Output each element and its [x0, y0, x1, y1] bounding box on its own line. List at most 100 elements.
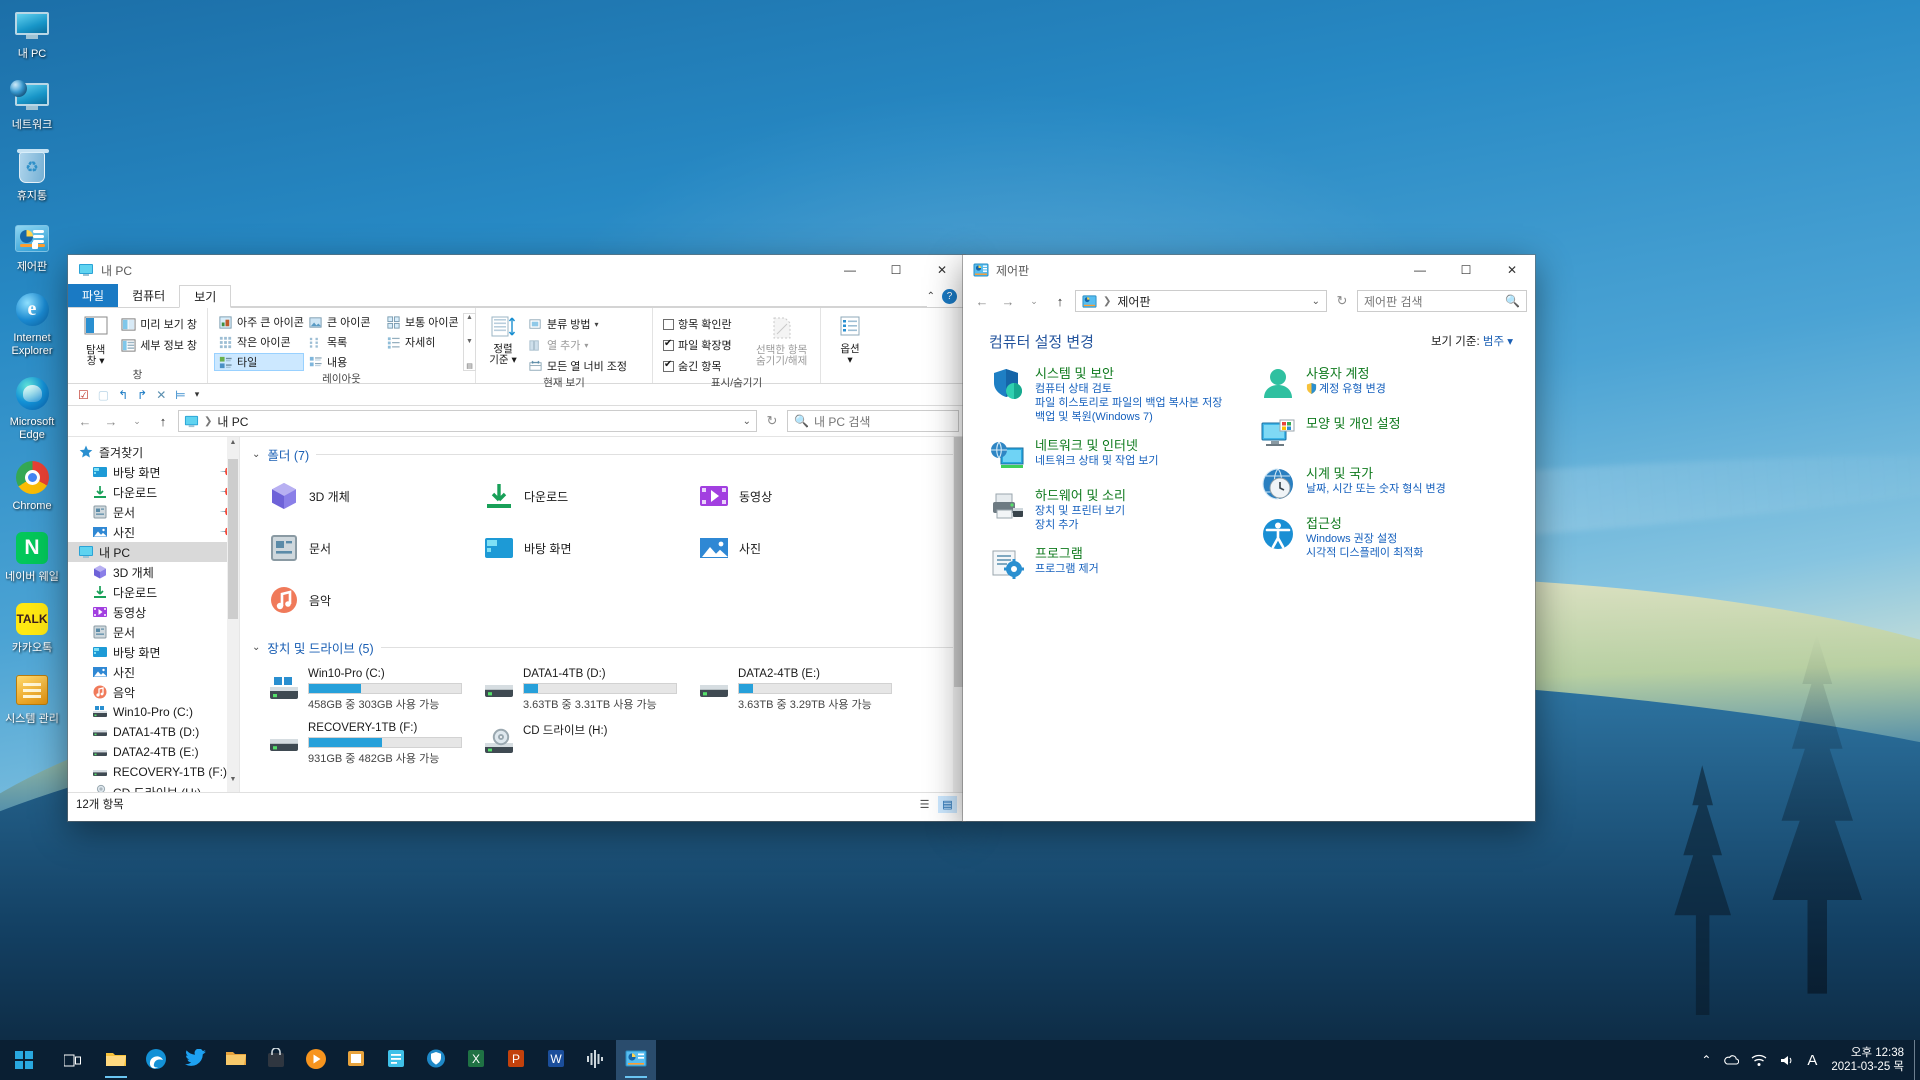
- desktop-icon-chrome[interactable]: Chrome: [0, 456, 64, 513]
- control-panel-category-title[interactable]: 하드웨어 및 소리: [1035, 488, 1126, 504]
- tab-file[interactable]: 파일: [68, 284, 119, 307]
- view-by-value[interactable]: 범주 ▾: [1483, 336, 1513, 348]
- cp-recent-locations-icon[interactable]: ⌄: [1023, 290, 1045, 312]
- explorer-content-pane[interactable]: ⌄ 폴더 (7) 3D 개체 다운로드 동영상 문서 바탕 화면 사진 음악 ⌄ 장치 및 …: [240, 437, 965, 792]
- desktop-icon-naver-whale[interactable]: N 네이버 웨일: [0, 527, 64, 584]
- taskbar-app-media-player[interactable]: [296, 1040, 336, 1080]
- show-desktop-button[interactable]: [1914, 1040, 1920, 1080]
- taskbar-app-file-explorer[interactable]: [96, 1040, 136, 1080]
- delete-icon[interactable]: ✕: [156, 388, 166, 402]
- taskbar-app-notepad[interactable]: [376, 1040, 416, 1080]
- control-panel-title-bar[interactable]: 제어판 — ☐ ✕: [963, 255, 1535, 285]
- control-panel-link[interactable]: 장치 추가: [1035, 518, 1126, 532]
- volume-icon[interactable]: [1773, 1054, 1801, 1067]
- size-all-columns-button[interactable]: 모든 열 너비 조정: [524, 357, 631, 375]
- explorer-title-bar[interactable]: 내 PC — ☐ ✕: [68, 255, 965, 285]
- sidebar-item[interactable]: 바탕 화면: [68, 642, 239, 662]
- explorer-navigation-bar[interactable]: ← → ⌄ ↑ ❯ 내 PC ⌄ ↻ 🔍 내 PC 검색: [68, 406, 965, 436]
- taskbar-app-vlc[interactable]: [336, 1040, 376, 1080]
- desktop-icon-control-panel[interactable]: 제어판: [0, 217, 64, 274]
- drive-tile[interactable]: RECOVERY-1TB (F:) 931GB 중 482GB 사용 가능: [264, 717, 479, 771]
- taskbar-app-store[interactable]: [256, 1040, 296, 1080]
- folder-tile[interactable]: 바탕 화면: [479, 522, 694, 574]
- rename-icon[interactable]: ⊨: [175, 388, 185, 402]
- sidebar-item[interactable]: DATA1-4TB (D:): [68, 722, 239, 742]
- scroll-down-icon[interactable]: ▼: [466, 338, 473, 345]
- onedrive-icon[interactable]: [1717, 1054, 1745, 1066]
- chevron-down-icon[interactable]: ▾: [584, 341, 588, 350]
- sidebar-item[interactable]: 문서📌: [68, 502, 239, 522]
- taskbar-app-word[interactable]: W: [536, 1040, 576, 1080]
- control-panel-maximize-button[interactable]: ☐: [1443, 255, 1489, 285]
- control-panel-category[interactable]: 네트워크 및 인터넷 네트워크 상태 및 작업 보기: [989, 438, 1244, 474]
- details-pane-button[interactable]: 세부 정보 창: [117, 336, 201, 354]
- navigation-pane-button[interactable]: 탐색 창 ▾: [74, 313, 117, 367]
- task-view-button[interactable]: [48, 1040, 96, 1080]
- control-panel-category-title[interactable]: 사용자 계정: [1306, 366, 1386, 382]
- sidebar-item[interactable]: 다운로드📌: [68, 482, 239, 502]
- recent-locations-icon[interactable]: ⌄: [126, 410, 148, 432]
- desktop-icon-network[interactable]: 네트워크: [0, 75, 64, 132]
- cp-back-button[interactable]: ←: [971, 290, 993, 312]
- explorer-maximize-button[interactable]: ☐: [873, 255, 919, 285]
- sidebar-item[interactable]: 사진: [68, 662, 239, 682]
- ime-indicator[interactable]: A: [1801, 1052, 1823, 1069]
- control-panel-link[interactable]: 네트워크 상태 및 작업 보기: [1035, 454, 1159, 468]
- chevron-down-icon[interactable]: ⌄: [252, 642, 260, 653]
- control-panel-link[interactable]: Windows 권장 설정: [1306, 532, 1423, 546]
- sidebar-item[interactable]: 바탕 화면📌: [68, 462, 239, 482]
- folder-tile[interactable]: 다운로드: [479, 470, 694, 522]
- explorer-ribbon-tabs[interactable]: 파일 컴퓨터 보기 ⌃ ?: [68, 284, 965, 308]
- taskbar-app-edge[interactable]: [136, 1040, 176, 1080]
- layout-list[interactable]: 목록: [304, 333, 382, 351]
- start-button[interactable]: [0, 1040, 48, 1080]
- options-button[interactable]: 옵션 ▾: [827, 313, 873, 366]
- control-panel-link[interactable]: 파일 히스토리로 파일의 백업 복사본 저장: [1035, 396, 1222, 410]
- sidebar-item[interactable]: 즐겨찾기: [68, 442, 239, 462]
- file-extensions-toggle[interactable]: 파일 확장명: [659, 336, 749, 354]
- explorer-minimize-button[interactable]: —: [827, 255, 873, 285]
- explorer-close-button[interactable]: ✕: [919, 255, 965, 285]
- taskbar-app-audio-editor[interactable]: [576, 1040, 616, 1080]
- folders-group-header[interactable]: ⌄ 폴더 (7): [240, 437, 965, 467]
- chevron-down-icon[interactable]: ▾: [595, 320, 599, 329]
- scrollbar-thumb[interactable]: [228, 459, 238, 619]
- control-panel-category[interactable]: 프로그램 프로그램 제거: [989, 546, 1244, 582]
- desktop-icon-system-admin[interactable]: 시스템 관리: [0, 669, 64, 726]
- folder-tile-list[interactable]: 3D 개체 다운로드 동영상 문서 바탕 화면 사진 음악: [240, 467, 965, 626]
- taskbar-app-excel[interactable]: X: [456, 1040, 496, 1080]
- taskbar-app-antivirus[interactable]: [416, 1040, 456, 1080]
- scroll-up-icon[interactable]: ▲: [227, 439, 239, 453]
- sidebar-item[interactable]: CD 드라이브 (H:): [68, 782, 239, 792]
- checkbox-checked-icon[interactable]: [663, 338, 674, 351]
- layout-gallery-scrollbar[interactable]: ▲ ▼ ▤: [463, 313, 476, 371]
- taskbar-app-powerpoint[interactable]: P: [496, 1040, 536, 1080]
- tab-computer[interactable]: 컴퓨터: [118, 284, 179, 307]
- control-panel-category[interactable]: 시스템 및 보안 컴퓨터 상태 검토 파일 히스토리로 파일의 백업 복사본 저장 백…: [989, 366, 1244, 424]
- customize-qat-chevron-icon[interactable]: ▾: [195, 389, 200, 400]
- network-icon[interactable]: [1745, 1054, 1773, 1067]
- new-folder-icon[interactable]: ▢: [98, 388, 109, 402]
- control-panel-link[interactable]: 프로그램 제거: [1035, 562, 1099, 576]
- control-panel-link[interactable]: 계정 유형 변경: [1306, 382, 1386, 396]
- cp-breadcrumb-item[interactable]: 제어판: [1117, 293, 1150, 310]
- layout-medium-icons[interactable]: 보통 아이콘: [382, 313, 460, 331]
- item-checkboxes-toggle[interactable]: 항목 확인란: [659, 315, 749, 333]
- control-panel-category-title[interactable]: 접근성: [1306, 516, 1423, 532]
- sidebar-item[interactable]: Win10-Pro (C:): [68, 702, 239, 722]
- chevron-down-icon[interactable]: ⌄: [252, 449, 260, 460]
- control-panel-category[interactable]: 시계 및 국가 날짜, 시간 또는 숫자 형식 변경: [1260, 466, 1515, 502]
- control-panel-category[interactable]: 모양 및 개인 설정: [1260, 416, 1515, 452]
- back-button[interactable]: ←: [74, 410, 96, 432]
- forward-button[interactable]: →: [100, 410, 122, 432]
- layout-tiles[interactable]: 타일: [214, 353, 304, 371]
- desktop-icon-microsoft-edge[interactable]: Microsoft Edge: [0, 372, 64, 442]
- control-panel-category-title[interactable]: 모양 및 개인 설정: [1306, 416, 1401, 432]
- control-panel-navigation-bar[interactable]: ← → ⌄ ↑ ❯ 제어판 ⌄ ↻ 제어판 검색 🔍: [963, 285, 1535, 317]
- sidebar-item[interactable]: 사진📌: [68, 522, 239, 542]
- group-by-button[interactable]: 분류 방법 ▾: [524, 315, 631, 333]
- control-panel-window[interactable]: 제어판 — ☐ ✕ ← → ⌄ ↑ ❯ 제어판 ⌄ ↻ 제어판 검색 🔍 컴퓨터…: [963, 255, 1535, 821]
- breadcrumb-item[interactable]: 내 PC: [217, 413, 248, 430]
- properties-icon[interactable]: ☑: [78, 388, 89, 402]
- desktop-icon-my-pc[interactable]: 내 PC: [0, 4, 64, 61]
